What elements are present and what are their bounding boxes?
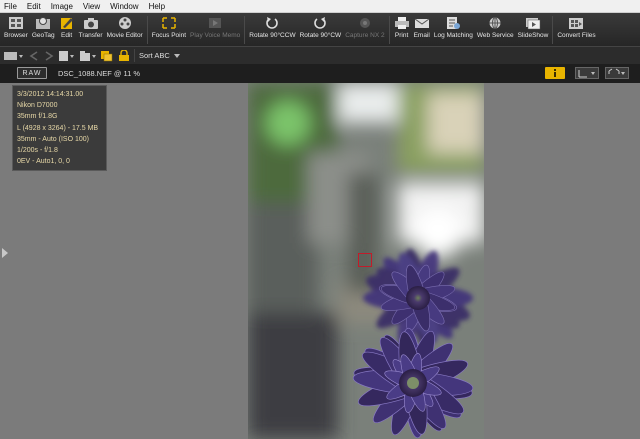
toolbar-divider [146, 16, 148, 44]
log-matching-icon [445, 15, 461, 30]
menu-help[interactable]: Help [149, 2, 165, 11]
sort-dropdown[interactable]: Sort ABC [134, 49, 184, 62]
rotate-ccw-label: Rotate 90°CCW [249, 32, 296, 39]
view-mode-icon[interactable] [3, 49, 25, 63]
forward-arrow-icon[interactable] [43, 49, 55, 63]
menu-window[interactable]: Window [110, 2, 138, 11]
filename-label: DSC_1088.NEF @ 11 % [58, 69, 141, 78]
shooting-info-overlay: 3/3/2012 14:14:31.00 Nikon D7000 35mm f/… [12, 85, 107, 171]
edit-icon [59, 15, 75, 30]
convert-files-button[interactable]: Convert Files [555, 13, 597, 46]
slideshow-icon [525, 15, 541, 30]
image-viewer[interactable]: 3/3/2012 14:14:31.00 Nikon D7000 35mm f/… [0, 83, 640, 439]
toolbar-divider [552, 16, 554, 44]
photo-image [248, 83, 484, 439]
slideshow-button[interactable]: SlideShow [516, 13, 551, 46]
rotate-ccw-button[interactable]: Rotate 90°CCW [247, 13, 297, 46]
capture-nx2-icon [357, 15, 373, 30]
sort-label: Sort ABC [139, 51, 170, 60]
label-icon[interactable] [100, 49, 114, 63]
menu-view[interactable]: View [83, 2, 100, 11]
browser-icon [8, 15, 24, 30]
web-service-label: Web Service [476, 32, 514, 39]
toolbar-divider [388, 16, 390, 44]
capture-nx2-label: Capture NX 2 [345, 32, 385, 39]
rotate-cw-label: Rotate 90°CW [299, 32, 342, 39]
shutter-aperture: 1/200s - f/1.8 [17, 147, 58, 155]
email-label: Email [413, 32, 430, 39]
transfer-button[interactable]: Transfer [77, 13, 105, 46]
movie-editor-button[interactable]: Movie Editor [105, 13, 145, 46]
print-button[interactable]: Print [392, 13, 412, 46]
menu-bar: File Edit Image View Window Help [0, 0, 640, 13]
movie-editor-label: Movie Editor [106, 32, 143, 39]
folder-menu-icon[interactable] [79, 49, 97, 63]
focus-point-button[interactable]: Focus Point [150, 13, 188, 46]
info-toggle-icon[interactable] [545, 67, 565, 79]
geotag-icon [35, 15, 51, 30]
edit-button[interactable]: Edit [57, 13, 77, 46]
geotag-label: GeoTag [31, 32, 55, 39]
chevron-down-icon [173, 51, 180, 60]
play-voice-memo-label: Play Voice Memo [190, 32, 241, 39]
image-size: L (4928 x 3264) - 17.5 MB [17, 124, 99, 132]
camera-model: Nikon D7000 [17, 102, 58, 110]
print-label: Print [394, 32, 409, 39]
browser-label: Browser [4, 32, 28, 39]
focus-point-label: Focus Point [151, 32, 187, 39]
rotate-cw-button[interactable]: Rotate 90°CW [298, 13, 344, 46]
exposure-wb: 0EV - Auto1, 0, 0 [17, 158, 70, 166]
email-button[interactable]: Email [412, 13, 432, 46]
rotate-cw-icon [312, 15, 328, 30]
file-info-bar: RAW DSC_1088.NEF @ 11 % [0, 64, 640, 83]
play-voice-memo-icon [207, 15, 223, 30]
toolbar-divider [244, 16, 246, 44]
slideshow-label: SlideShow [517, 32, 549, 39]
convert-files-label: Convert Files [557, 32, 596, 39]
protect-icon[interactable] [117, 49, 131, 63]
email-icon [414, 15, 430, 30]
focus-point-icon [161, 15, 177, 30]
print-icon [394, 15, 410, 30]
lens: 35mm f/1.8G [17, 113, 58, 121]
menu-edit[interactable]: Edit [27, 2, 41, 11]
movie-editor-icon [117, 15, 133, 30]
geotag-button[interactable]: GeoTag [30, 13, 57, 46]
back-arrow-icon[interactable] [28, 49, 40, 63]
image-info-icon[interactable] [58, 49, 76, 63]
play-voice-memo-button[interactable]: Play Voice Memo [188, 13, 242, 46]
log-matching-label: Log Matching [433, 32, 473, 39]
shooting-date: 3/3/2012 14:14:31.00 [17, 91, 84, 98]
secondary-toolbar: Sort ABC [0, 46, 640, 64]
capture-nx2-button[interactable]: Capture NX 2 [343, 13, 386, 46]
web-service-button[interactable]: Web Service [475, 13, 516, 46]
edit-label: Edit [61, 32, 73, 39]
main-toolbar: Browser GeoTag Edit Transfer Movie Edito… [0, 13, 640, 46]
convert-files-icon [568, 15, 584, 30]
focus-point-marker [358, 253, 372, 267]
browser-button[interactable]: Browser [2, 13, 30, 46]
menu-image[interactable]: Image [51, 2, 73, 11]
menu-file[interactable]: File [4, 2, 17, 11]
raw-badge: RAW [17, 67, 47, 79]
rotate-ccw-icon [264, 15, 280, 30]
fit-screen-icon[interactable] [605, 67, 629, 79]
histogram-icon[interactable] [575, 67, 599, 79]
expand-panel-arrow-icon[interactable] [2, 248, 8, 258]
web-service-icon [487, 15, 503, 30]
log-matching-button[interactable]: Log Matching [432, 13, 475, 46]
focal-iso: 35mm - Auto (ISO 100) [17, 135, 89, 143]
transfer-icon [83, 15, 99, 30]
transfer-label: Transfer [78, 32, 103, 39]
